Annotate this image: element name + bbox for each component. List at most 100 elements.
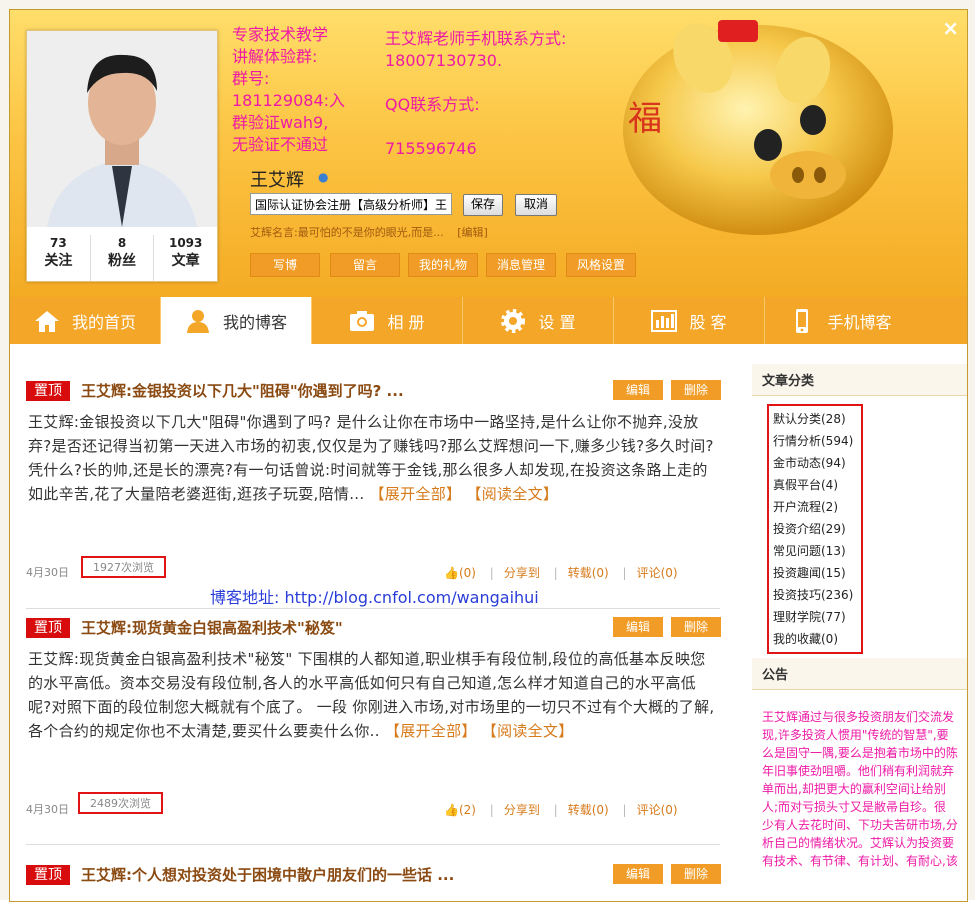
contact-line: 王艾辉老师手机联系方式: [385,29,567,48]
blog-address[interactable]: 博客地址: http://blog.cnfol.com/wangaihui [210,584,539,608]
share-link[interactable]: 分享到 [504,803,540,817]
user-icon [186,309,209,333]
save-button[interactable]: 保存 [463,194,503,216]
tab-mobile-blog-label: 手机博客 [827,312,892,332]
message-button[interactable]: 留言 [330,253,400,277]
post-title[interactable]: 王艾辉:个人想对投资处于困境中散户朋友们的一些话 ... [81,864,454,885]
like-count[interactable]: (0) [459,566,476,580]
articles-stat[interactable]: 1093 文章 [154,235,217,281]
post-date: 4月30日 [26,803,69,816]
avatar-photo [27,31,217,227]
main-nav: 我的首页 我的博客 相 册 设 置 股 客 手机博客 [10,297,967,344]
following-label: 关注 [44,253,73,269]
tab-album-label: 相 册 [387,312,425,332]
main-content: 置顶 王艾辉:金银投资以下几大"阻碍"你遇到了吗? ... 编辑 删除 王艾辉:… [10,344,967,901]
category-item[interactable]: 投资介绍(29) [773,518,857,540]
post-divider [26,844,720,845]
write-blog-button[interactable]: 写博 [250,253,320,277]
gear-icon [501,308,526,333]
category-item[interactable]: 真假平台(4) [773,474,857,496]
mobile-phone-icon [796,308,809,333]
group-info-text: 专家技术教学 讲解体验群: 群号: 181129084:入 群验证wah9, 无… [232,24,372,156]
fans-label: 粉丝 [108,253,136,269]
profile-stats: 73 关注 8 粉丝 1093 文章 [27,235,217,281]
blog-post: 置顶 王艾辉:金银投资以下几大"阻碍"你遇到了吗? ... 编辑 删除 王艾辉:… [26,380,726,580]
post-actions: 👍(2) | 分享到 | 转载(0) | 评论(0) [444,803,678,817]
post-title[interactable]: 王艾辉:金银投资以下几大"阻碍"你遇到了吗? ... [81,380,404,401]
category-item[interactable]: 默认分类(28) [773,408,857,430]
group-info-line: 专家技术教学 [232,25,329,44]
repost-link[interactable]: 转载(0) [568,803,609,817]
following-stat[interactable]: 73 关注 [27,235,91,281]
category-item[interactable]: 金市动态(94) [773,452,857,474]
group-info-line: 无验证不通过 [232,135,329,154]
read-full-link[interactable]: 【阅读全文】 [482,722,574,740]
read-full-link[interactable]: 【阅读全文】 [466,485,558,503]
svg-text:福: 福 [628,99,662,139]
category-item[interactable]: 常见问题(13) [773,540,857,562]
fans-count: 8 [117,236,127,250]
expand-all-link[interactable]: 【展开全部】 [370,485,462,503]
tab-home-label: 我的首页 [71,312,136,332]
delete-post-button[interactable]: 删除 [671,380,721,400]
category-item[interactable]: 投资技巧(236) [773,584,857,606]
like-count[interactable]: (2) [459,803,476,817]
delete-post-button[interactable]: 删除 [671,617,721,637]
category-item[interactable]: 我的收藏(0) [773,628,857,650]
tab-mobile-blog[interactable]: 手机博客 [765,297,916,344]
post-title[interactable]: 王艾辉:现货黄金白银高盈利技术"秘笈" [81,617,343,638]
tab-my-blog-label: 我的博客 [222,312,287,332]
category-item[interactable]: 开户流程(2) [773,496,857,518]
sidebar: 文章分类 默认分类(28) 行情分析(594) 金市动态(94) 真假平台(4)… [752,364,967,868]
fans-stat[interactable]: 8 粉丝 [91,235,155,281]
expand-all-link[interactable]: 【展开全部】 [385,722,477,740]
pinned-badge: 置顶 [26,618,70,638]
delete-post-button[interactable]: 删除 [671,864,721,884]
close-icon[interactable]: × [942,16,959,40]
signature-input[interactable] [250,193,452,215]
page-frame: 福 × 73 关注 8 粉丝 1093 文章 专家技术教学 讲解体验群: 群号:… [0,0,975,902]
cancel-button[interactable]: 取消 [515,194,557,216]
golden-piggy-bank-image: 福 [623,20,893,235]
group-info-line: 181129084:入 [232,91,346,110]
category-item[interactable]: 投资趣闻(15) [773,562,857,584]
edit-post-button[interactable]: 编辑 [613,864,663,884]
tab-settings[interactable]: 设 置 [463,297,614,344]
post-excerpt: 王艾辉:现货黄金白银高盈利技术"秘笈" 下围棋的人都知道,职业棋手有段位制,段位… [28,647,718,743]
tab-stocks[interactable]: 股 客 [614,297,765,344]
blog-window: 福 × 73 关注 8 粉丝 1093 文章 专家技术教学 讲解体验群: 群号:… [9,9,968,902]
category-item[interactable]: 理财学院(77) [773,606,857,628]
articles-count: 1093 [168,236,203,250]
post-date: 4月30日 [26,566,69,579]
tab-home[interactable]: 我的首页 [10,297,161,344]
comment-link[interactable]: 评论(0) [637,803,678,817]
category-item[interactable]: 行情分析(594) [773,430,857,452]
blog-post: 置顶 王艾辉:个人想对投资处于困境中散户朋友们的一些话 ... 编辑 删除 [26,864,726,894]
motto-edit-link[interactable]: [编辑] [457,226,488,239]
edit-post-button[interactable]: 编辑 [613,380,663,400]
style-settings-button[interactable]: 风格设置 [566,253,636,277]
like-icon[interactable]: 👍 [444,803,459,817]
group-info-line: 讲解体验群: [232,47,318,66]
group-info-line: 群号: [232,69,270,88]
share-link[interactable]: 分享到 [504,566,540,580]
profile-card: 73 关注 8 粉丝 1093 文章 [26,30,218,282]
tab-settings-label: 设 置 [538,312,576,332]
edit-post-button[interactable]: 编辑 [613,617,663,637]
articles-label: 文章 [171,253,200,269]
like-icon[interactable]: 👍 [444,566,459,580]
my-gifts-button[interactable]: 我的礼物 [408,253,478,277]
following-count: 73 [49,236,67,250]
comment-link[interactable]: 评论(0) [637,566,678,580]
repost-link[interactable]: 转载(0) [568,566,609,580]
post-actions: 👍(0) | 分享到 | 转载(0) | 评论(0) [444,566,678,580]
notice-title: 公告 [752,658,967,690]
pinned-badge: 置顶 [26,381,70,401]
contact-line: 18007130730. [385,51,503,70]
avatar[interactable] [27,31,217,227]
tab-album[interactable]: 相 册 [312,297,463,344]
post-excerpt: 王艾辉:金银投资以下几大"阻碍"你遇到了吗? 是什么让你在市场中一路坚持,是什么… [28,410,718,506]
header-banner: 福 × 73 关注 8 粉丝 1093 文章 专家技术教学 讲解体验群: 群号:… [10,10,967,297]
message-management-button[interactable]: 消息管理 [486,253,556,277]
tab-my-blog[interactable]: 我的博客 [161,297,312,344]
